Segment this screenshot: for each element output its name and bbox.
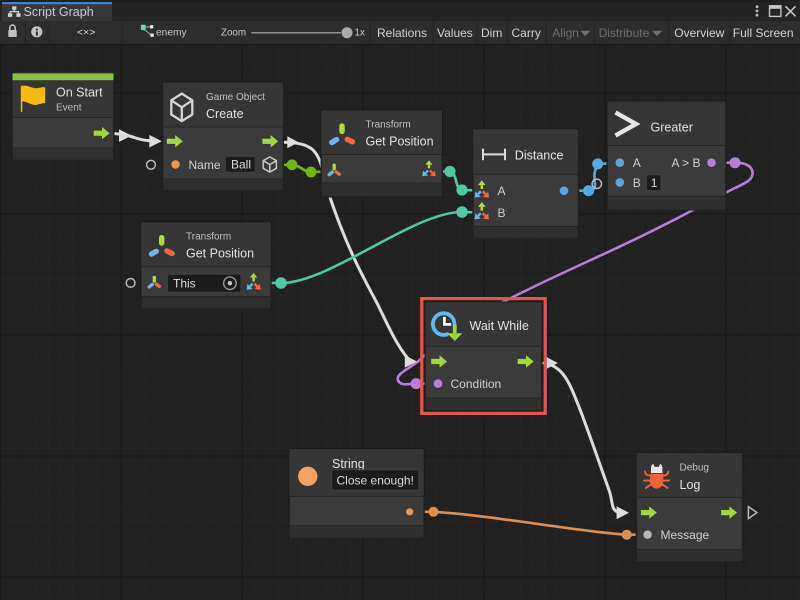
- svg-text:Debug: Debug: [680, 462, 709, 473]
- svg-text:1x: 1x: [355, 28, 365, 39]
- svg-text:Close enough!: Close enough!: [337, 474, 414, 488]
- svg-text:A: A: [633, 156, 641, 170]
- svg-text:Distance: Distance: [515, 148, 564, 162]
- svg-text:Greater: Greater: [651, 121, 693, 135]
- svg-text:Create: Create: [206, 107, 244, 121]
- svg-text:Event: Event: [56, 103, 82, 114]
- svg-text:Get Position: Get Position: [186, 247, 254, 261]
- svg-text:Script Graph: Script Graph: [24, 5, 94, 19]
- svg-text:Distribute: Distribute: [599, 26, 650, 40]
- svg-text:Name: Name: [189, 158, 221, 172]
- svg-text:Transform: Transform: [186, 232, 231, 243]
- svg-text:Full Screen: Full Screen: [733, 26, 794, 40]
- svg-text:Align: Align: [552, 26, 579, 40]
- svg-text:Relations: Relations: [377, 26, 427, 40]
- svg-text:Wait While: Wait While: [470, 319, 529, 333]
- svg-text:Game Object: Game Object: [206, 92, 265, 103]
- svg-text:Message: Message: [661, 528, 710, 542]
- svg-text:Zoom: Zoom: [221, 28, 246, 39]
- svg-text:Dim: Dim: [481, 26, 502, 40]
- svg-text:On Start: On Start: [56, 85, 103, 99]
- svg-text:enemy: enemy: [156, 28, 187, 39]
- svg-text:Values: Values: [437, 26, 473, 40]
- svg-text:Transform: Transform: [366, 120, 411, 131]
- svg-text:Get Position: Get Position: [366, 135, 434, 149]
- svg-text:Condition: Condition: [451, 377, 502, 391]
- svg-text:B: B: [633, 176, 641, 190]
- svg-text:<×>: <×>: [77, 27, 95, 39]
- svg-text:Log: Log: [680, 478, 701, 492]
- svg-text:1: 1: [651, 176, 658, 190]
- svg-text:Ball: Ball: [231, 158, 251, 172]
- svg-text:Overview: Overview: [674, 26, 724, 40]
- svg-text:Carry: Carry: [512, 26, 541, 40]
- svg-text:A: A: [498, 184, 506, 198]
- svg-text:This: This: [173, 277, 196, 291]
- svg-text:A > B: A > B: [672, 156, 701, 170]
- svg-text:B: B: [498, 206, 506, 220]
- svg-text:String: String: [332, 457, 365, 471]
